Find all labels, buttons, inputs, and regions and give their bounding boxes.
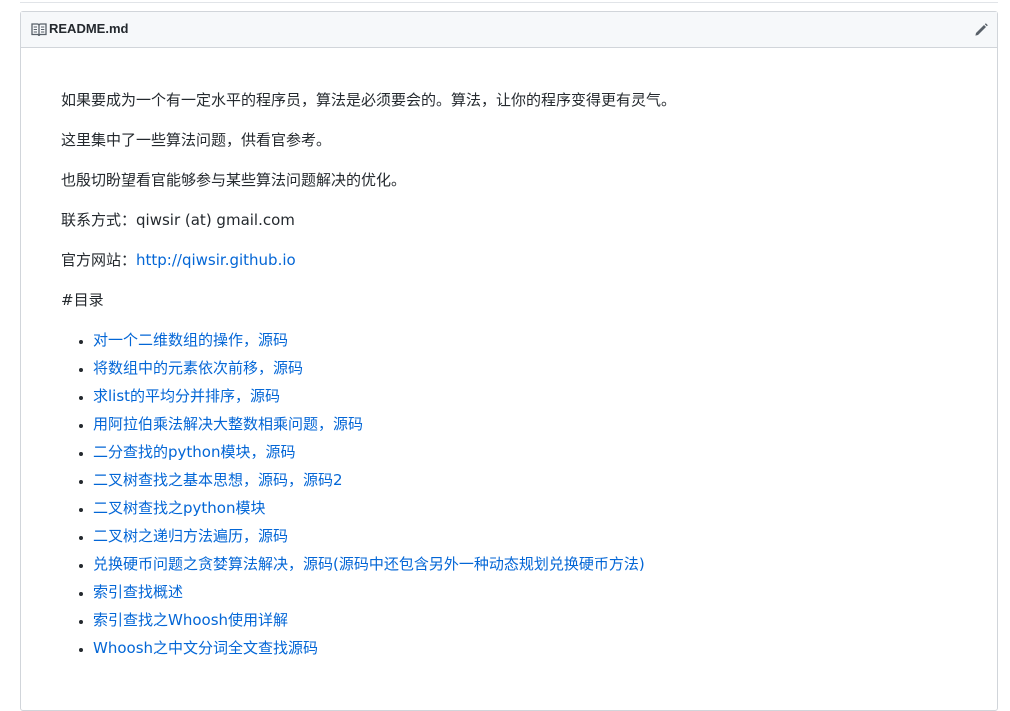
readme-header: README.md [21, 12, 997, 48]
toc-heading: #目录 [61, 291, 104, 309]
toc-link[interactable]: 用阿拉伯乘法解决大整数相乘问题，源码 [93, 415, 363, 433]
book-icon [31, 23, 47, 37]
toc-item: 索引查找概述 [93, 582, 957, 602]
toc-item: 用阿拉伯乘法解决大整数相乘问题，源码 [93, 414, 957, 434]
toc-item: 兑换硬币问题之贪婪算法解决，源码(源码中还包含另外一种动态规划兑换硬币方法) [93, 554, 957, 574]
toc-item: 将数组中的元素依次前移，源码 [93, 358, 957, 378]
toc-item: Whoosh之中文分词全文查找源码 [93, 638, 957, 658]
website-line: 官方网站：http://qiwsir.github.io [61, 250, 957, 270]
website-link[interactable]: http://qiwsir.github.io [136, 251, 296, 269]
toc-link[interactable]: 二叉树查找之python模块 [93, 499, 265, 517]
toc-item: 索引查找之Whoosh使用详解 [93, 610, 957, 630]
readme-panel: README.md 如果要成为一个有一定水平的程序员，算法是必须要会的。算法，让… [20, 11, 998, 711]
website-label: 官方网站： [61, 251, 137, 269]
contact-label: 联系方式： [61, 211, 137, 229]
toc-link[interactable]: 二分查找的python模块，源码 [93, 443, 295, 461]
contact-line: 联系方式：qiwsir (at) gmail.com [61, 210, 957, 230]
toc-list: 对一个二维数组的操作，源码 将数组中的元素依次前移，源码 求list的平均分并排… [61, 330, 957, 658]
toc-link[interactable]: 对一个二维数组的操作，源码 [93, 331, 288, 349]
toc-item: 二叉树之递归方法遍历，源码 [93, 526, 957, 546]
contact-email: qiwsir (at) gmail.com [136, 211, 295, 229]
intro-paragraph-2: 这里集中了一些算法问题，供看官参考。 [61, 131, 332, 149]
toc-link[interactable]: 索引查找概述 [93, 583, 183, 601]
toc-link[interactable]: Whoosh之中文分词全文查找源码 [93, 639, 318, 657]
toc-link[interactable]: 二叉树之递归方法遍历，源码 [93, 527, 288, 545]
readme-filename[interactable]: README.md [49, 21, 128, 36]
top-divider [20, 0, 998, 3]
toc-item: 二叉树查找之python模块 [93, 498, 957, 518]
toc-item: 求list的平均分并排序，源码 [93, 386, 957, 406]
intro-paragraph-1: 如果要成为一个有一定水平的程序员，算法是必须要会的。算法，让你的程序变得更有灵气… [61, 91, 677, 109]
toc-link[interactable]: 兑换硬币问题之贪婪算法解决，源码(源码中还包含另外一种动态规划兑换硬币方法) [93, 555, 645, 573]
intro-paragraph-3: 也殷切盼望看官能够参与某些算法问题解决的优化。 [61, 171, 407, 189]
toc-link[interactable]: 二叉树查找之基本思想，源码，源码2 [93, 471, 343, 489]
toc-item: 对一个二维数组的操作，源码 [93, 330, 957, 350]
toc-item: 二分查找的python模块，源码 [93, 442, 957, 462]
toc-link[interactable]: 将数组中的元素依次前移，源码 [93, 359, 303, 377]
toc-link[interactable]: 求list的平均分并排序，源码 [93, 387, 280, 405]
toc-item: 二叉树查找之基本思想，源码，源码2 [93, 470, 957, 490]
toc-link[interactable]: 索引查找之Whoosh使用详解 [93, 611, 288, 629]
pencil-icon[interactable] [973, 22, 989, 38]
readme-content: 如果要成为一个有一定水平的程序员，算法是必须要会的。算法，让你的程序变得更有灵气… [21, 48, 997, 658]
